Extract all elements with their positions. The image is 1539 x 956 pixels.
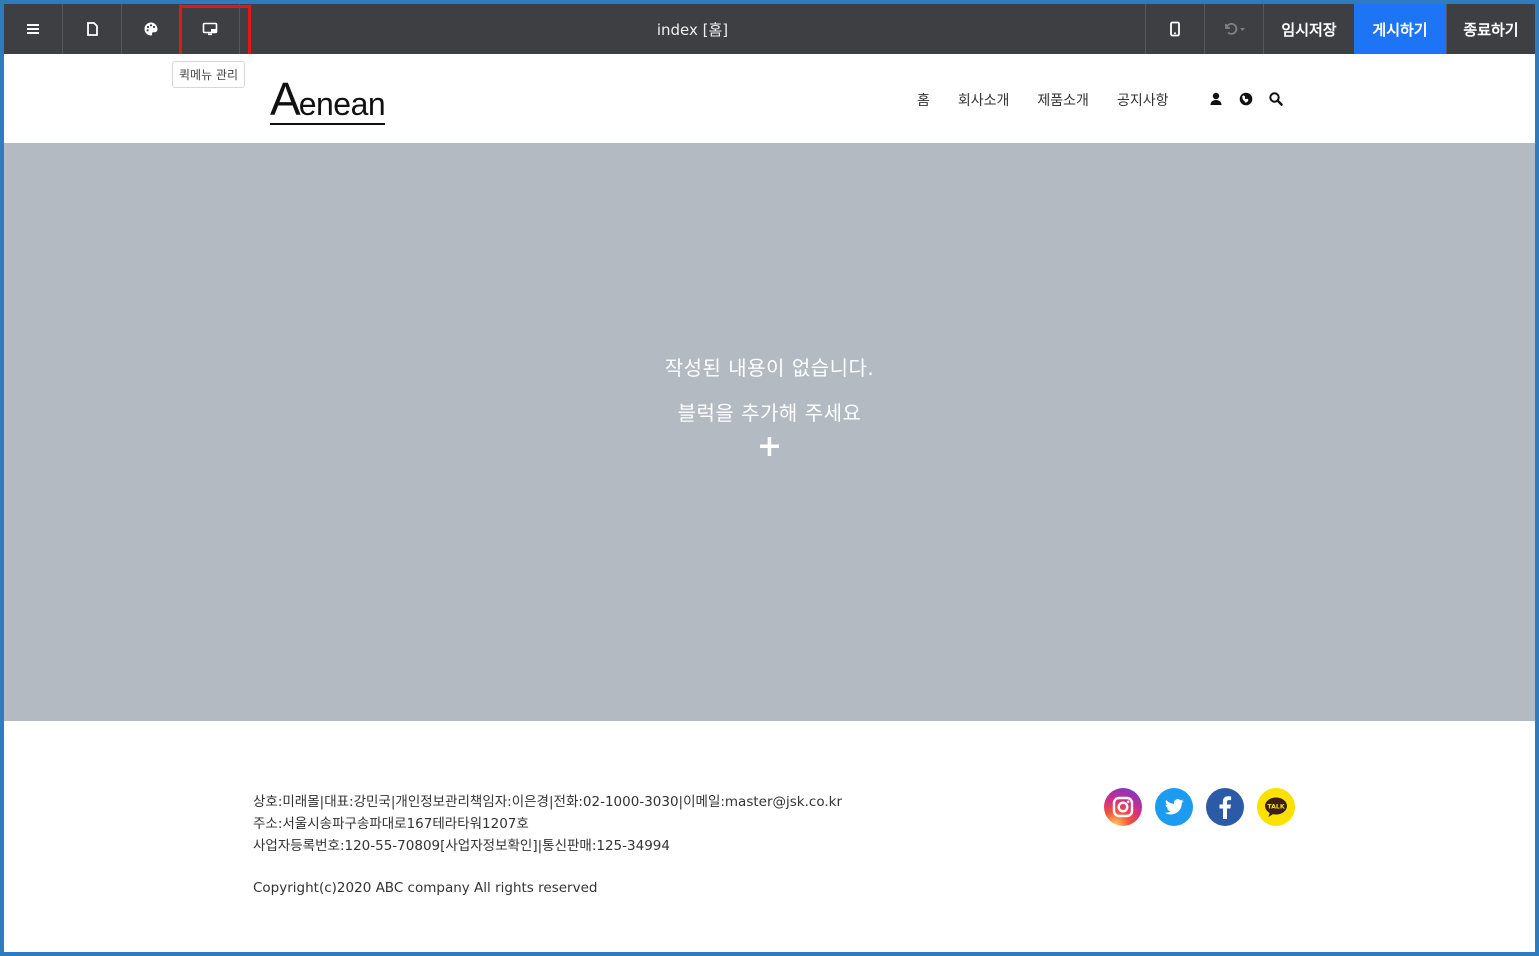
quick-menu-button[interactable] bbox=[179, 4, 251, 61]
nav-item-about[interactable]: 회사소개 bbox=[958, 90, 1010, 110]
facebook-icon bbox=[1206, 788, 1244, 826]
copyright-text: Copyright(c)2020 ABC company All rights … bbox=[253, 880, 598, 896]
facebook-link[interactable] bbox=[1206, 788, 1244, 826]
exit-button[interactable]: 종료하기 bbox=[1446, 4, 1535, 54]
kakao-badge-text: TALK bbox=[1267, 803, 1284, 810]
menu-button[interactable] bbox=[4, 4, 63, 54]
search-icon[interactable] bbox=[1268, 91, 1284, 107]
nav-item-home[interactable]: 홈 bbox=[917, 90, 930, 110]
empty-content-area: 작성된 내용이 없습니다. 블럭을 추가해 주세요 + bbox=[4, 143, 1535, 721]
nav-item-products[interactable]: 제품소개 bbox=[1037, 90, 1089, 110]
instagram-link[interactable] bbox=[1104, 788, 1142, 826]
kakaotalk-icon: TALK bbox=[1257, 788, 1295, 826]
undo-button[interactable] bbox=[1204, 4, 1263, 54]
publish-button[interactable]: 게시하기 bbox=[1354, 4, 1446, 54]
company-info-line: 상호:미래몰|대표:강민국|개인정보관리책임자:이은경|전화:02-1000-3… bbox=[253, 794, 843, 810]
logo-initial: A bbox=[270, 73, 301, 125]
site-logo[interactable]: Aenean bbox=[270, 73, 386, 125]
page-icon bbox=[87, 22, 98, 36]
hamburger-icon bbox=[27, 24, 39, 34]
twitter-link[interactable] bbox=[1155, 788, 1193, 826]
kakaotalk-link[interactable]: TALK bbox=[1257, 788, 1295, 826]
globe-icon[interactable] bbox=[1238, 91, 1254, 107]
twitter-icon bbox=[1155, 788, 1193, 826]
business-registration-line: 사업자등록번호:120-55-70809[사업자정보확인]|통신판매:125-3… bbox=[253, 838, 670, 854]
quick-menu-tooltip: 퀵메뉴 관리 bbox=[172, 61, 246, 88]
theme-button[interactable] bbox=[122, 4, 181, 54]
nav-item-notice[interactable]: 공지사항 bbox=[1117, 90, 1169, 110]
instagram-icon bbox=[1104, 788, 1142, 826]
site-nav: 홈 회사소개 제품소개 공지사항 bbox=[917, 90, 1168, 110]
user-icon[interactable] bbox=[1208, 91, 1224, 107]
empty-message: 작성된 내용이 없습니다. bbox=[664, 356, 875, 380]
page-button[interactable] bbox=[63, 4, 122, 54]
nav-icons bbox=[1208, 91, 1284, 107]
social-links: TALK bbox=[1104, 788, 1295, 826]
address-line: 주소:서울시송파구송파대로167테라타워1207호 bbox=[253, 816, 529, 832]
editor-toolbar: index [홈] 임시저장 게시하기 종료하기 bbox=[4, 4, 1535, 61]
palette-icon bbox=[144, 22, 158, 36]
save-draft-button[interactable]: 임시저장 bbox=[1263, 4, 1354, 54]
mobile-icon bbox=[1170, 21, 1180, 37]
editor-frame: index [홈] 임시저장 게시하기 종료하기 Aenean 홈 회사소개 제… bbox=[0, 0, 1539, 956]
logo-rest: enean bbox=[298, 86, 386, 122]
add-block-hint: 블럭을 추가해 주세요 bbox=[677, 401, 862, 425]
undo-icon bbox=[1225, 22, 1245, 35]
company-info: 상호:미래몰|대표:강민국|개인정보관리책임자:이은경|전화:02-1000-3… bbox=[253, 791, 842, 857]
mobile-preview-button[interactable] bbox=[1145, 4, 1204, 54]
page-title: index [홈] bbox=[656, 20, 729, 39]
add-block-button[interactable]: + bbox=[757, 432, 782, 462]
monitor-icon bbox=[202, 22, 218, 36]
site-footer: 상호:미래몰|대표:강민국|개인정보관리책임자:이은경|전화:02-1000-3… bbox=[4, 721, 1535, 952]
